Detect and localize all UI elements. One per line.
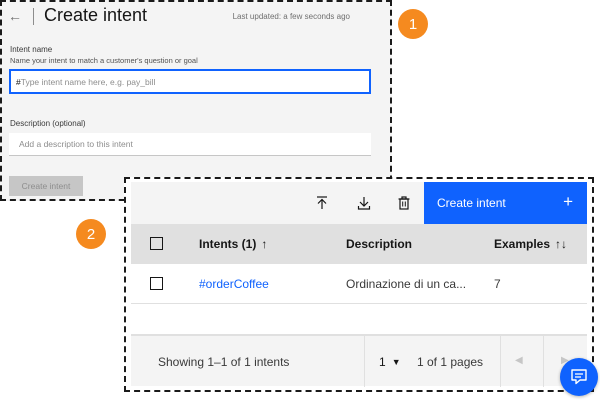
description-placeholder: Add a description to this intent (19, 139, 133, 149)
sort-arrows-icon: ↑↓ (555, 237, 568, 251)
chevron-down-icon: ▼ (391, 357, 401, 367)
intents-table-panel: Create intent + Intents (1) ↑ Descriptio… (124, 177, 594, 392)
intent-name-label: Intent name (10, 45, 53, 54)
intent-examples-cell: 7 (494, 277, 501, 291)
intent-name-input[interactable]: # Type intent name here, e.g. pay_bill (9, 69, 371, 94)
description-label: Description (optional) (10, 119, 86, 128)
create-intent-form-panel: ← Create intent Last updated: a few seco… (0, 0, 392, 201)
table-toolbar: Create intent + (131, 182, 587, 224)
callout-1: 1 (398, 9, 428, 39)
callout-2: 2 (76, 219, 106, 249)
select-all-checkbox[interactable] (150, 237, 163, 250)
page-select[interactable]: 1 ▼ (379, 355, 401, 369)
chat-button[interactable] (560, 358, 598, 396)
pagination-showing-text: Showing 1–1 of 1 intents (158, 355, 290, 369)
intent-name-placeholder: Type intent name here, e.g. pay_bill (20, 76, 156, 87)
plus-icon: + (563, 192, 573, 211)
pagination-bar: Showing 1–1 of 1 intents 1 ▼ 1 of 1 page… (131, 335, 587, 387)
arrow-left-icon[interactable]: ← (8, 9, 22, 23)
create-intent-button-label: Create intent (437, 196, 506, 210)
intent-description-cell: Ordinazione di un ca... (346, 277, 467, 291)
page-count-text: 1 of 1 pages (417, 355, 484, 369)
upload-icon[interactable] (314, 195, 330, 211)
column-header-description: Description (346, 237, 412, 251)
last-updated-text: Last updated: a few seconds ago (232, 12, 350, 21)
page-header: ← Create intent Last updated: a few seco… (2, 2, 390, 34)
create-intent-button[interactable]: Create intent + (424, 182, 587, 224)
column-header-description-label: Description (346, 237, 413, 251)
description-input[interactable]: Add a description to this intent (9, 133, 371, 156)
column-header-examples-label: Examples (494, 237, 551, 251)
row-checkbox[interactable] (150, 277, 163, 290)
pagination-divider (500, 336, 501, 387)
table-row: #orderCoffee Ordinazione di un ca... 7 (131, 264, 587, 304)
intent-name-helper: Name your intent to match a customer's q… (10, 56, 198, 65)
page-title: Create intent (44, 5, 148, 25)
chat-icon (571, 369, 587, 385)
pagination-divider (364, 336, 365, 387)
column-header-intents-label: Intents (1) (199, 237, 257, 251)
trash-icon[interactable] (396, 195, 412, 211)
intent-link[interactable]: #orderCoffee (199, 277, 269, 291)
pagination-divider (543, 336, 544, 387)
table-empty-area (131, 304, 587, 335)
page-select-value: 1 (379, 355, 386, 369)
download-icon[interactable] (356, 195, 372, 211)
previous-page-icon[interactable]: ◀ (515, 355, 523, 366)
column-header-intents[interactable]: Intents (1) ↑ (199, 237, 267, 251)
sort-ascending-icon: ↑ (261, 237, 268, 251)
create-intent-button-disabled[interactable]: Create intent (9, 176, 83, 196)
table-header: Intents (1) ↑ Description Examples ↑↓ (131, 224, 587, 264)
column-header-examples[interactable]: Examples ↑↓ (494, 237, 567, 251)
header-divider (33, 8, 34, 25)
